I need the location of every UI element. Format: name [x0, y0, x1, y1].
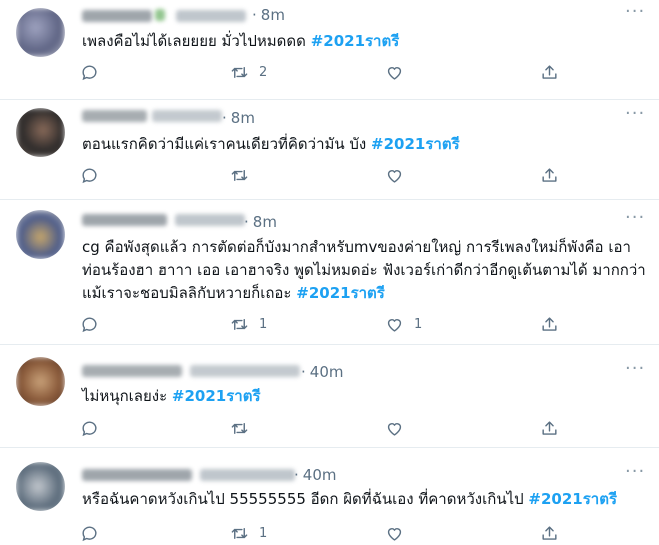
share-icon	[542, 420, 557, 435]
display-name[interactable]	[82, 469, 192, 481]
like-icon	[387, 66, 402, 80]
retweet-icon	[231, 318, 248, 330]
like-button[interactable]	[385, 521, 404, 545]
more-options-icon[interactable]: ···	[625, 105, 645, 128]
retweet-icon	[231, 66, 248, 78]
tweet[interactable]: · 40m ··· หรือฉันคาดหวังเกินไป 55555555 อ…	[0, 448, 659, 545]
share-icon	[542, 64, 557, 79]
reply-icon	[82, 421, 97, 436]
hashtag-link[interactable]: #2021ราตรี	[296, 284, 385, 302]
verified-badge-blurred	[155, 9, 165, 21]
retweet-icon	[231, 422, 248, 434]
like-button[interactable]	[385, 163, 404, 187]
username[interactable]	[190, 365, 300, 377]
retweet-button[interactable]: 2	[230, 60, 267, 84]
tweet[interactable]: · 8m ··· ตอนแรกคิดว่ามีแค่เราคนเดียวที่คิ…	[0, 100, 659, 200]
tweet[interactable]: · 8m ··· cg คือพังสุดแล้ว การตัดต่อก็บังม…	[0, 200, 659, 345]
tweet-actions: 1 1	[80, 312, 560, 336]
like-icon	[387, 527, 402, 541]
like-button[interactable]	[385, 416, 404, 440]
display-name[interactable]	[82, 214, 167, 226]
avatar[interactable]	[16, 357, 65, 406]
retweet-button[interactable]: 1	[230, 521, 267, 545]
retweet-button[interactable]: 1	[230, 312, 267, 336]
display-name[interactable]	[82, 110, 147, 122]
tweet-text: ไม่หนุกเลยง่ะ #2021ราตรี	[82, 387, 261, 405]
tweet-actions	[80, 163, 560, 187]
retweet-icon	[231, 169, 248, 181]
share-icon	[542, 167, 557, 182]
like-icon	[387, 422, 402, 436]
retweet-count: 2	[259, 64, 268, 80]
more-options-icon[interactable]: ···	[625, 3, 645, 26]
share-button[interactable]	[540, 163, 559, 187]
display-name[interactable]	[82, 365, 182, 377]
like-button[interactable]	[385, 60, 404, 84]
reply-button[interactable]	[80, 416, 99, 440]
tweet[interactable]: · 40m ··· ไม่หนุกเลยง่ะ #2021ราตรี	[0, 345, 659, 448]
more-options-icon[interactable]: ···	[625, 463, 645, 486]
share-button[interactable]	[540, 312, 559, 336]
hashtag-link[interactable]: #2021ราตรี	[528, 490, 617, 508]
username[interactable]	[152, 110, 222, 122]
username[interactable]	[175, 214, 245, 226]
hashtag-link[interactable]: #2021ราตรี	[371, 135, 460, 153]
share-button[interactable]	[540, 416, 559, 440]
tweet-text: หรือฉันคาดหวังเกินไป 55555555 อีดก ผิดที…	[82, 490, 617, 508]
retweet-button[interactable]	[230, 163, 259, 187]
retweet-button[interactable]	[230, 416, 259, 440]
tweet-timestamp[interactable]: · 8m	[244, 213, 277, 231]
reply-icon	[82, 65, 97, 80]
tweet-timestamp[interactable]: · 8m	[222, 109, 255, 127]
username[interactable]	[176, 10, 246, 22]
avatar[interactable]	[16, 462, 65, 511]
retweet-icon	[231, 527, 248, 539]
avatar[interactable]	[16, 108, 65, 157]
share-icon	[542, 316, 557, 331]
tweet-timestamp[interactable]: · 40m	[294, 466, 336, 484]
like-icon	[387, 318, 402, 332]
tweet-text: cg คือพังสุดแล้ว การตัดต่อก็บังมากสำหรับ…	[82, 238, 646, 302]
like-icon	[387, 169, 402, 183]
retweet-count: 1	[259, 525, 268, 541]
hashtag-link[interactable]: #2021ราตรี	[311, 32, 400, 50]
reply-button[interactable]	[80, 312, 99, 336]
reply-button[interactable]	[80, 60, 99, 84]
more-options-icon[interactable]: ···	[625, 360, 645, 383]
tweet-actions: 2	[80, 60, 560, 84]
retweet-count: 1	[259, 316, 268, 332]
tweet-timestamp[interactable]: · 40m	[301, 363, 343, 381]
hashtag-link[interactable]: #2021ราตรี	[172, 387, 261, 405]
tweet[interactable]: · 8m ··· เพลงคือไม่ได้เลยยยย มั่วไปหมดดด …	[0, 0, 659, 100]
avatar[interactable]	[16, 210, 65, 259]
share-icon	[542, 525, 557, 540]
tweet-text: ตอนแรกคิดว่ามีแค่เราคนเดียวที่คิดว่ามัน …	[82, 135, 460, 153]
share-button[interactable]	[540, 521, 559, 545]
like-count: 1	[414, 316, 423, 332]
reply-icon	[82, 317, 97, 332]
tweet-timestamp[interactable]: · 8m	[252, 6, 285, 24]
reply-icon	[82, 168, 97, 183]
avatar[interactable]	[16, 8, 65, 57]
tweet-actions	[80, 416, 560, 440]
display-name[interactable]	[82, 10, 152, 22]
reply-icon	[82, 526, 97, 541]
username[interactable]	[200, 469, 295, 481]
more-options-icon[interactable]: ···	[625, 209, 645, 232]
reply-button[interactable]	[80, 163, 99, 187]
reply-button[interactable]	[80, 521, 99, 545]
tweet-text: เพลงคือไม่ได้เลยยยย มั่วไปหมดดด #2021ราต…	[82, 32, 400, 50]
like-button[interactable]: 1	[385, 312, 422, 336]
share-button[interactable]	[540, 60, 559, 84]
tweet-actions: 1	[80, 521, 560, 545]
